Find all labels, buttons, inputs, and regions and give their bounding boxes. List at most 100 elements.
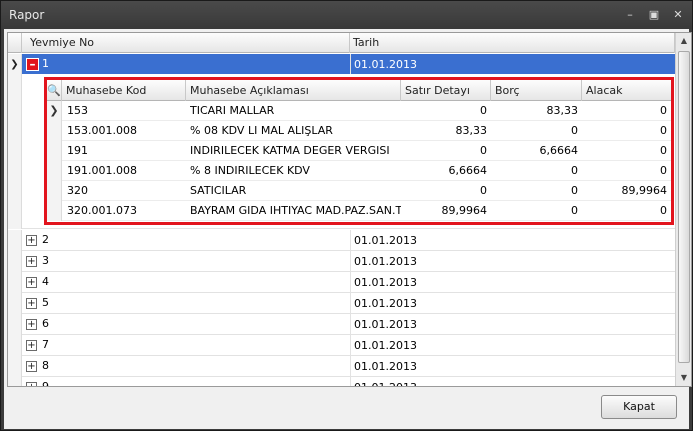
alacak-cell: 0: [660, 104, 667, 117]
column-header-muhasebe-aciklamasi[interactable]: Muhasebe Açıklaması: [186, 80, 401, 101]
table-row[interactable]: +4 01.01.2013: [8, 272, 675, 293]
tarih-cell: 01.01.2013: [350, 272, 417, 293]
table-row[interactable]: +6 01.01.2013: [8, 314, 675, 335]
journal-grid[interactable]: Yevmiye No Tarih ❯ – 1 01.01.2013 🔍 Muha…: [7, 32, 692, 387]
row-indicator: [8, 251, 22, 272]
row-indicator: ❯: [47, 101, 62, 121]
yevmiye-no-cell: 5: [42, 296, 49, 309]
row-indicator: [47, 121, 62, 141]
detail-header: 🔍 Muhasebe Kod Muhasebe Açıklaması Satır…: [47, 80, 671, 101]
row-indicator: [8, 293, 22, 314]
close-button[interactable]: Kapat: [601, 395, 677, 419]
window-title: Rapor: [9, 8, 45, 22]
scroll-thumb[interactable]: [678, 51, 690, 363]
satir-detayi-cell: 0: [480, 104, 487, 117]
detail-container: 🔍 Muhasebe Kod Muhasebe Açıklaması Satır…: [8, 74, 675, 229]
yevmiye-no-cell: 1: [42, 57, 49, 70]
muhasebe-aciklamasi-cell: SATICILAR: [190, 184, 247, 197]
borc-cell: 0: [571, 184, 578, 197]
scroll-up-icon[interactable]: ▲: [676, 33, 691, 49]
tarih-cell: 01.01.2013: [350, 251, 417, 272]
muhasebe-kod-cell: 320.001.073: [67, 204, 137, 217]
collapse-icon[interactable]: –: [26, 58, 39, 71]
expand-icon[interactable]: +: [26, 256, 37, 267]
muhasebe-kod-cell: 320: [67, 184, 88, 197]
column-header-borc[interactable]: Borç: [491, 80, 582, 101]
alacak-cell: 0: [660, 124, 667, 137]
tarih-cell: 01.01.2013: [350, 335, 417, 356]
satir-detayi-cell: 89,9964: [441, 204, 488, 217]
column-header-satir-detayi[interactable]: Satır Detayı: [401, 80, 491, 101]
table-row[interactable]: +5 01.01.2013: [8, 293, 675, 314]
satir-detayi-cell: 0: [480, 144, 487, 157]
alacak-cell: 89,9964: [621, 184, 668, 197]
detail-row[interactable]: 191 INDIRILECEK KATMA DEGER VERGISI 0 6,666…: [47, 141, 671, 161]
column-header-muhasebe-kod[interactable]: Muhasebe Kod: [62, 80, 186, 101]
muhasebe-kod-cell: 191: [67, 144, 88, 157]
expand-icon[interactable]: +: [26, 235, 37, 246]
search-icon[interactable]: 🔍: [47, 80, 62, 101]
close-icon[interactable]: ✕: [670, 7, 686, 23]
muhasebe-aciklamasi-cell: % 8 INDIRILECEK KDV: [190, 164, 310, 177]
yevmiye-no-cell: 6: [42, 317, 49, 330]
muhasebe-aciklamasi-cell: TICARI MALLAR: [190, 104, 275, 117]
borc-cell: 0: [571, 164, 578, 177]
expand-icon[interactable]: +: [26, 340, 37, 351]
row-indicator: [47, 161, 62, 181]
window-client: Yevmiye No Tarih ❯ – 1 01.01.2013 🔍 Muha…: [4, 29, 692, 429]
expand-icon[interactable]: +: [26, 319, 37, 330]
title-bar: Rapor – ▣ ✕: [1, 1, 692, 29]
tarih-cell: 01.01.2013: [350, 377, 417, 386]
column-header-yevmiye-no[interactable]: Yevmiye No: [22, 33, 350, 53]
detail-row[interactable]: 191.001.008 % 8 INDIRILECEK KDV 6,6664 0 0: [47, 161, 671, 181]
table-row[interactable]: +7 01.01.2013: [8, 335, 675, 356]
tarih-cell: 01.01.2013: [350, 54, 417, 75]
borc-cell: 83,33: [546, 104, 579, 117]
satir-detayi-cell: 6,6664: [448, 164, 488, 177]
column-header-tarih[interactable]: Tarih: [350, 33, 675, 53]
alacak-cell: 0: [660, 204, 667, 217]
table-row-selected[interactable]: ❯ – 1 01.01.2013: [8, 54, 675, 75]
vertical-scrollbar[interactable]: ▲ ▼: [675, 33, 691, 386]
expand-icon[interactable]: +: [26, 277, 37, 288]
expand-icon[interactable]: +: [26, 382, 37, 386]
yevmiye-no-cell: 8: [42, 359, 49, 372]
table-row[interactable]: +8 01.01.2013: [8, 356, 675, 377]
row-indicator: [8, 230, 22, 251]
muhasebe-aciklamasi-cell: INDIRILECEK KATMA DEGER VERGISI: [190, 144, 390, 157]
muhasebe-kod-cell: 153.001.008: [67, 124, 137, 137]
row-indicator: [47, 141, 62, 161]
row-indicator: [8, 272, 22, 293]
detail-row[interactable]: 320.001.073 BAYRAM GIDA IHTIYAC MAD.PAZ.S…: [47, 201, 671, 221]
expand-icon[interactable]: +: [26, 361, 37, 372]
table-row[interactable]: +2 01.01.2013: [8, 230, 675, 251]
table-row[interactable]: +3 01.01.2013: [8, 251, 675, 272]
grid-header: Yevmiye No Tarih: [8, 33, 675, 53]
row-indicator: [47, 201, 62, 221]
borc-cell: 0: [571, 204, 578, 217]
tarih-cell: 01.01.2013: [350, 293, 417, 314]
row-indicator: [8, 356, 22, 377]
account-detail-grid[interactable]: 🔍 Muhasebe Kod Muhasebe Açıklaması Satır…: [44, 77, 674, 225]
minimize-icon[interactable]: –: [622, 7, 638, 23]
expand-icon[interactable]: +: [26, 298, 37, 309]
muhasebe-kod-cell: 153: [67, 104, 88, 117]
detail-row[interactable]: 320 SATICILAR 0 0 89,9964: [47, 181, 671, 201]
row-indicator: [47, 181, 62, 201]
detail-indicator: [8, 74, 22, 229]
satir-detayi-cell: 83,33: [455, 124, 488, 137]
table-row[interactable]: +9 01.01.2013: [8, 377, 675, 387]
alacak-cell: 0: [660, 164, 667, 177]
tarih-cell: 01.01.2013: [350, 356, 417, 377]
alacak-cell: 0: [660, 144, 667, 157]
row-indicator: [8, 335, 22, 356]
detail-row[interactable]: ❯ 153 TICARI MALLAR 0 83,33 0: [47, 101, 671, 121]
borc-cell: 6,6664: [539, 144, 579, 157]
scroll-down-icon[interactable]: ▼: [676, 370, 691, 386]
maximize-icon[interactable]: ▣: [646, 7, 662, 23]
row-indicator: [8, 314, 22, 335]
satir-detayi-cell: 0: [480, 184, 487, 197]
yevmiye-no-cell: 9: [42, 380, 49, 387]
column-header-alacak[interactable]: Alacak: [582, 80, 671, 101]
detail-row[interactable]: 153.001.008 % 08 KDV LI MAL ALIŞLAR 83,33 0…: [47, 121, 671, 141]
